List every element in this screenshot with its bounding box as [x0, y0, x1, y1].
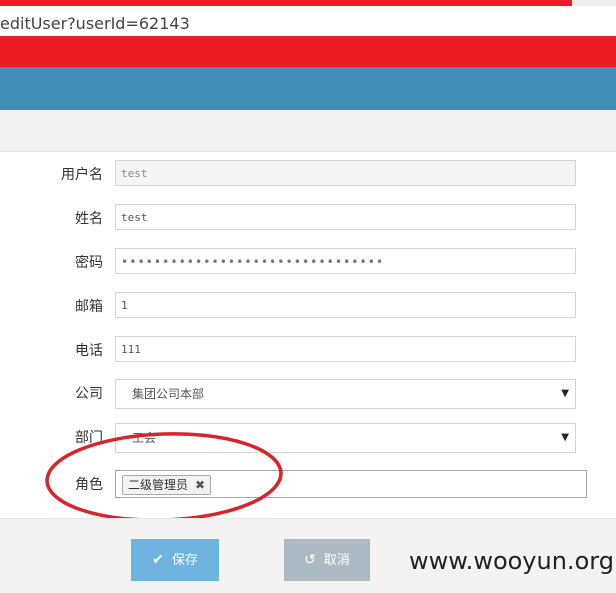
undo-icon: ↺ [304, 552, 316, 568]
password-field[interactable]: •••••••••••••••••••••••••••••••• [115, 248, 576, 274]
form-row-email: 邮箱 1 [0, 292, 616, 320]
email-label: 邮箱 [75, 299, 103, 315]
company-label: 公司 [75, 386, 103, 402]
email-field[interactable]: 1 [115, 292, 576, 318]
caret-down-icon: ▼ [561, 432, 569, 443]
company-selected-value: 集团公司本部 [132, 387, 205, 401]
form-row-department: 部门 工会 ▼ [0, 423, 616, 453]
role-label: 角色 [75, 477, 103, 493]
close-icon[interactable]: ✖ [195, 476, 205, 494]
cancel-button[interactable]: ↺ 取消 [284, 539, 370, 581]
form-row-phone: 电话 111 [0, 336, 616, 364]
form-row-role: 角色 二级管理员 ✖ [0, 470, 616, 498]
name-field[interactable]: test [115, 204, 576, 230]
form-row-company: 公司 集团公司本部 ▼ [0, 379, 616, 409]
check-icon: ✔ [152, 552, 164, 568]
phone-label: 电话 [75, 343, 103, 359]
cancel-button-label: 取消 [323, 553, 350, 568]
address-bar-url[interactable]: editUser?userId=62143 [0, 14, 190, 33]
form-actions-bar: ✔ 保存 ↺ 取消 www.wooyun.org [0, 518, 616, 593]
department-selected-value: 工会 [132, 431, 157, 445]
role-tag-label: 二级管理员 [128, 478, 189, 492]
caret-down-icon: ▼ [561, 388, 569, 399]
app-navbar [0, 67, 616, 110]
form-row-username: 用户名 test [0, 160, 616, 188]
app-top-banner [0, 36, 616, 67]
breadcrumb-bar [0, 110, 616, 152]
name-label: 姓名 [75, 211, 103, 227]
department-label: 部门 [75, 430, 103, 446]
department-select[interactable]: 工会 ▼ [115, 423, 576, 453]
password-label: 密码 [75, 255, 103, 271]
company-select[interactable]: 集团公司本部 ▼ [115, 379, 576, 409]
form-row-name: 姓名 test [0, 204, 616, 232]
watermark: www.wooyun.org [409, 547, 614, 575]
username-field: test [115, 160, 576, 186]
username-label: 用户名 [61, 167, 103, 183]
role-multiselect[interactable]: 二级管理员 ✖ [115, 470, 587, 498]
address-bar[interactable]: editUser?userId=62143 [0, 6, 616, 37]
form-row-password: 密码 •••••••••••••••••••••••••••••••• [0, 248, 616, 276]
save-button[interactable]: ✔ 保存 [131, 539, 219, 581]
phone-field[interactable]: 111 [115, 336, 576, 362]
save-button-label: 保存 [171, 553, 198, 568]
role-tag[interactable]: 二级管理员 ✖ [122, 475, 212, 495]
